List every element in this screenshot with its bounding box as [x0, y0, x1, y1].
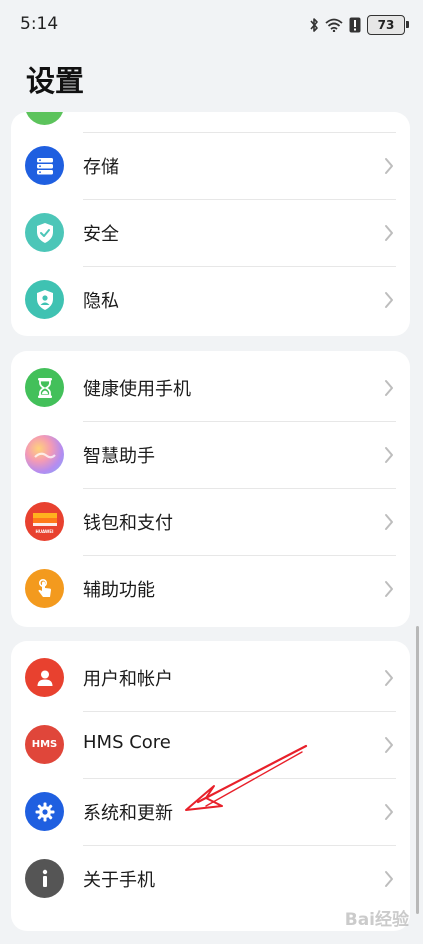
chevron-right-icon — [385, 871, 393, 887]
settings-group-1: 存储 安全 隐私 — [11, 112, 410, 336]
settings-item-label: 存储 — [83, 157, 119, 178]
settings-item-label: 用户和帐户 — [83, 669, 173, 690]
scrollbar[interactable] — [416, 626, 419, 914]
wallet-badge-text: HUAWEI — [35, 529, 54, 534]
settings-item-label: 智慧助手 — [83, 446, 155, 467]
system-gear-icon — [25, 792, 64, 831]
privacy-shield-icon — [25, 280, 64, 319]
status-bar: 5:14 73 — [0, 0, 423, 50]
settings-item-hms-core[interactable]: HMS HMS Core — [11, 712, 410, 778]
chevron-right-icon — [385, 225, 393, 241]
settings-item-system-updates[interactable]: 系统和更新 — [11, 779, 410, 845]
chevron-right-icon — [385, 804, 393, 820]
settings-list[interactable]: 存储 安全 隐私 健康使用手机 智慧助手 HUAWEI 钱包和支付 辅助功能 用… — [0, 112, 423, 944]
chevron-right-icon — [385, 514, 393, 530]
chevron-right-icon — [385, 158, 393, 174]
settings-item-users-accounts[interactable]: 用户和帐户 — [11, 645, 410, 711]
settings-item-label: 安全 — [83, 224, 119, 245]
bluetooth-icon — [310, 18, 318, 32]
settings-item-accessibility[interactable]: 辅助功能 — [11, 556, 410, 622]
wallet-icon: HUAWEI — [25, 502, 64, 541]
hms-icon: HMS — [25, 725, 64, 764]
chevron-right-icon — [385, 737, 393, 753]
chevron-right-icon — [385, 581, 393, 597]
settings-item-label: HMS Core — [83, 732, 171, 753]
chevron-right-icon — [385, 380, 393, 396]
settings-item-label: 隐私 — [83, 291, 119, 312]
chevron-right-icon — [385, 292, 393, 308]
user-icon — [25, 658, 64, 697]
accessibility-hand-icon — [25, 569, 64, 608]
settings-item-label: 辅助功能 — [83, 580, 155, 601]
assistant-icon — [25, 435, 64, 474]
chevron-right-icon — [385, 670, 393, 686]
security-shield-icon — [25, 213, 64, 252]
storage-icon — [25, 146, 64, 185]
settings-group-3: 用户和帐户 HMS HMS Core 系统和更新 关于手机 — [11, 641, 410, 931]
page-title: 设置 — [26, 64, 85, 98]
settings-item-label: 钱包和支付 — [83, 513, 173, 534]
settings-item-label: 关于手机 — [83, 870, 155, 891]
partial-row-icon — [25, 112, 64, 125]
settings-group-2: 健康使用手机 智慧助手 HUAWEI 钱包和支付 辅助功能 — [11, 351, 410, 627]
status-icons: 73 — [309, 14, 409, 36]
status-time: 5:14 — [20, 14, 59, 34]
settings-item-smart-assistant[interactable]: 智慧助手 — [11, 422, 410, 488]
hourglass-icon — [25, 368, 64, 407]
chevron-right-icon — [385, 447, 393, 463]
settings-item-storage[interactable]: 存储 — [11, 133, 410, 199]
settings-item-about-phone[interactable]: 关于手机 — [11, 846, 410, 912]
info-icon — [25, 859, 64, 898]
settings-item-label: 系统和更新 — [83, 803, 173, 824]
alert-icon — [349, 17, 361, 33]
battery-icon: 73 — [367, 15, 409, 35]
wifi-icon — [325, 18, 343, 32]
settings-item-digital-balance[interactable]: 健康使用手机 — [11, 355, 410, 421]
settings-item-wallet[interactable]: HUAWEI 钱包和支付 — [11, 489, 410, 555]
hms-badge-text: HMS — [31, 739, 58, 750]
settings-item-security[interactable]: 安全 — [11, 200, 410, 266]
watermark: Bai经验 — [344, 910, 409, 930]
settings-item-privacy[interactable]: 隐私 — [11, 267, 410, 333]
settings-item-label: 健康使用手机 — [83, 379, 191, 400]
